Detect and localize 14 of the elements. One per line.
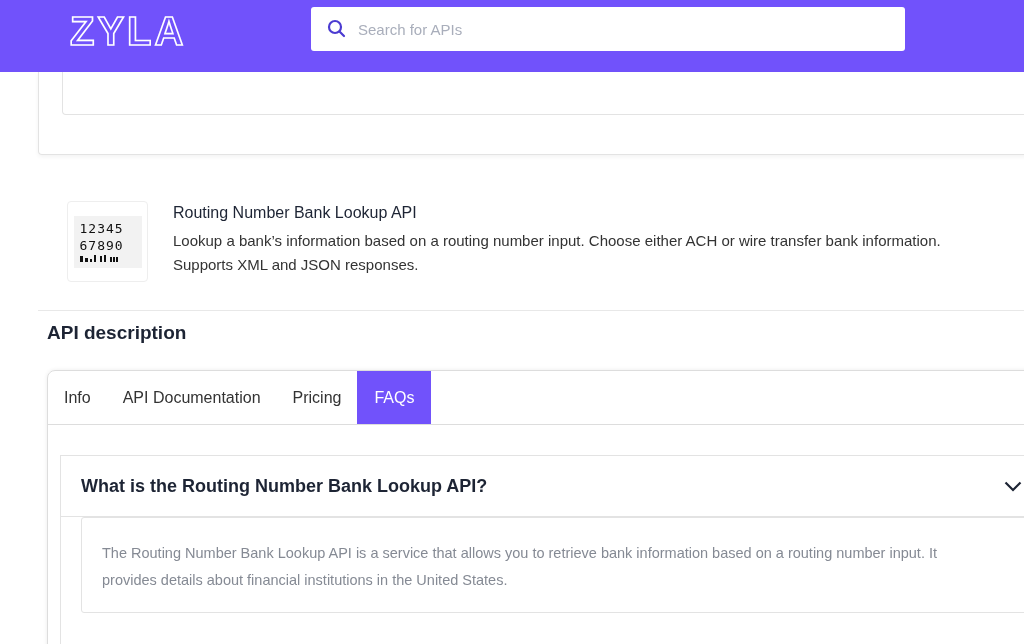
section-title: API description: [47, 322, 188, 344]
tab[interactable]: Info: [48, 371, 107, 424]
faq-question-row[interactable]: What is the Routing Number Bank Lookup API?: [61, 456, 1024, 517]
tab[interactable]: API Documentation: [106, 371, 277, 424]
tab[interactable]: Pricing: [276, 371, 358, 424]
api-title: Routing Number Bank Lookup API: [173, 204, 418, 222]
faq-question: What is the Routing Number Bank Lookup API?: [81, 475, 488, 497]
tab[interactable]: FAQs: [357, 371, 432, 424]
search-field[interactable]: Search for APIs: [311, 7, 905, 51]
logo-digits: 67890: [79, 237, 125, 254]
site-logo[interactable]: ZYLA: [70, 11, 311, 51]
faq-answer: The Routing Number Bank Lookup API is a service that allows you to retrieve bank information based on a routing number input. It provides details about financial institutions in the United States.: [81, 517, 1024, 613]
api-description: Lookup a bank’s information based on a routing number input. Choose either ACH or wire transfer bank information. Supports XML and JSON responses.: [173, 231, 942, 275]
logo-digits: 12345: [79, 220, 125, 237]
